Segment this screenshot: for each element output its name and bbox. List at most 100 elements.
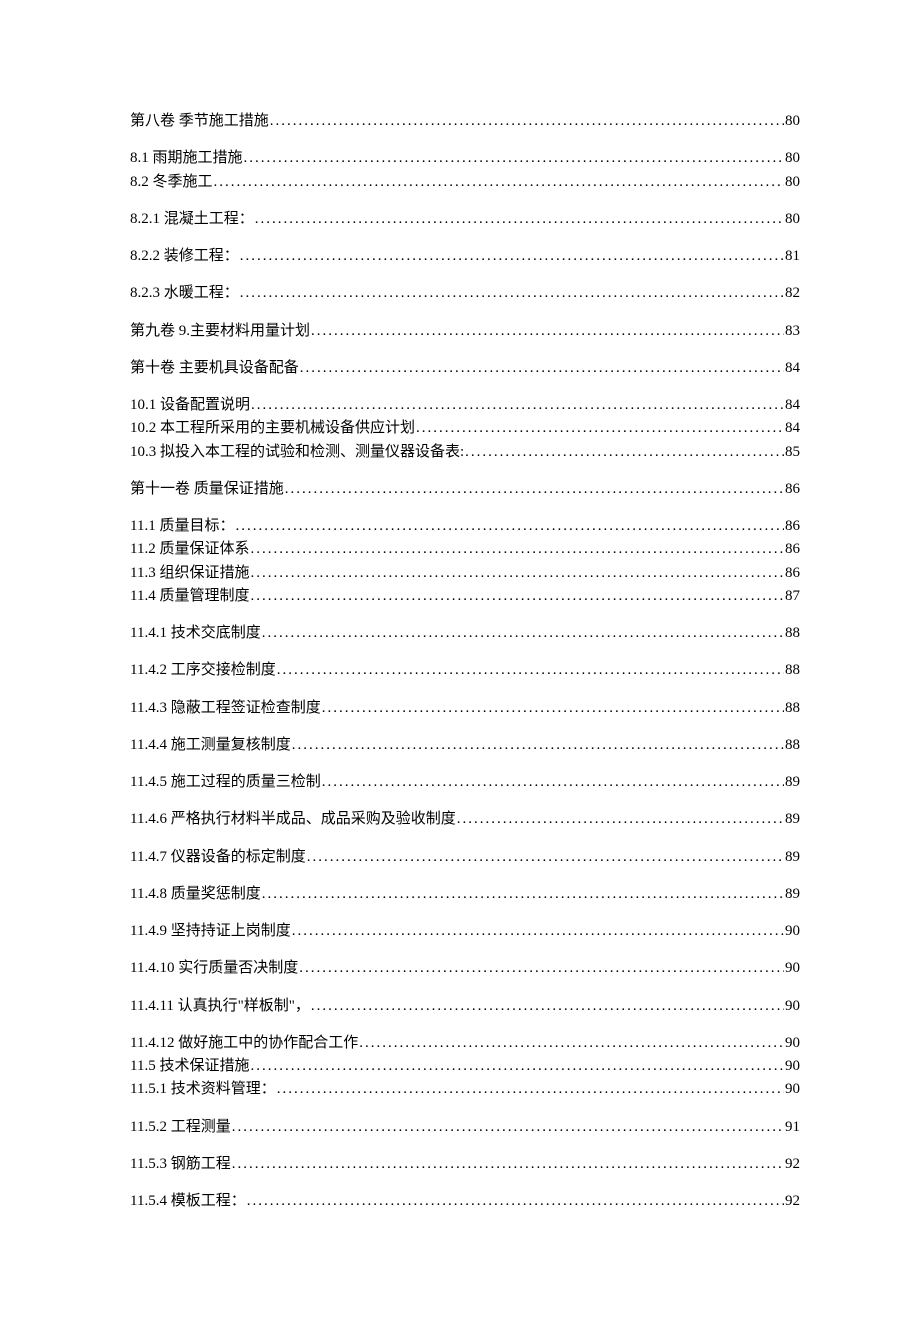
toc-entry-page: 86 [785, 538, 800, 561]
toc-leader-dots [465, 441, 784, 464]
toc-entry-title: 11.4.5 施工过程的质量三检制 [130, 771, 321, 794]
toc-entry-page: 80 [785, 147, 800, 170]
toc-leader-dots [277, 1078, 784, 1101]
toc-leader-dots [251, 394, 784, 417]
toc-entry-page: 81 [785, 245, 800, 268]
toc-entry-title: 11.5.2 工程测量 [130, 1116, 231, 1139]
toc-entry-page: 90 [785, 920, 800, 943]
toc-entry-page: 84 [785, 417, 800, 440]
toc-entry-page: 86 [785, 562, 800, 585]
toc-entry: 10.3 拟投入本工程的试验和检测、测量仪器设备表: 85 [130, 441, 800, 464]
toc-entry: 10.2 本工程所采用的主要机械设备供应计划 84 [130, 417, 800, 440]
toc-entry-page: 90 [785, 995, 800, 1018]
toc-entry-title: 11.2 质量保证体系 [130, 538, 249, 561]
toc-entry-title: 11.1 质量目标： [130, 515, 234, 538]
toc-entry-page: 80 [785, 171, 800, 194]
toc-entry: 第十卷 主要机具设备配备 84 [130, 357, 800, 380]
toc-entry-title: 11.4.6 严格执行材料半成品、成品采购及验收制度 [130, 808, 456, 831]
toc-entry: 8.1 雨期施工措施80 [130, 147, 800, 170]
toc-entry: 11.4.11 认真执行"样板制"， 90 [130, 995, 800, 1018]
toc-entry: 第八卷 季节施工措施 80 [130, 110, 800, 133]
toc-entry: 11.4.12 做好施工中的协作配合工作90 [130, 1032, 800, 1055]
toc-leader-dots [250, 562, 784, 585]
toc-entry-title: 第十卷 主要机具设备配备 [130, 357, 299, 380]
toc-container: 第八卷 季节施工措施808.1 雨期施工措施808.2 冬季施工808.2.1 … [130, 110, 800, 1213]
toc-leader-dots [247, 1190, 784, 1213]
toc-entry-page: 85 [785, 441, 800, 464]
toc-entry: 8.2.3 水暖工程：82 [130, 282, 800, 305]
toc-leader-dots [285, 478, 784, 501]
toc-entry: 11.4.9 坚持持证上岗制度90 [130, 920, 800, 943]
toc-entry-page: 88 [785, 697, 800, 720]
toc-leader-dots [299, 957, 784, 980]
toc-entry-page: 80 [785, 110, 800, 133]
toc-leader-dots [270, 110, 784, 133]
toc-entry-page: 90 [785, 1032, 800, 1055]
toc-entry-page: 92 [785, 1153, 800, 1176]
toc-entry: 11.2 质量保证体系 86 [130, 538, 800, 561]
toc-entry-title: 8.2.2 装修工程： [130, 245, 239, 268]
toc-entry-title: 10.2 本工程所采用的主要机械设备供应计划 [130, 417, 415, 440]
toc-leader-dots [240, 245, 784, 268]
toc-entry: 第九卷 9.主要材料用量计划83 [130, 320, 800, 343]
toc-leader-dots [235, 515, 784, 538]
toc-entry-page: 89 [785, 883, 800, 906]
toc-leader-dots [250, 538, 784, 561]
toc-page: 第八卷 季节施工措施808.1 雨期施工措施808.2 冬季施工808.2.1 … [0, 0, 920, 1323]
toc-entry: 第十一卷 质量保证措施86 [130, 478, 800, 501]
toc-entry-page: 90 [785, 1055, 800, 1078]
toc-entry-title: 11.3 组织保证措施 [130, 562, 249, 585]
toc-entry-title: 第八卷 季节施工措施 [130, 110, 269, 133]
toc-entry: 11.4.3 隐蔽工程签证检查制度 88 [130, 697, 800, 720]
toc-leader-dots [322, 771, 784, 794]
toc-entry-title: 11.4.2 工序交接检制度 [130, 659, 276, 682]
toc-entry-title: 11.4.11 认真执行"样板制"， [130, 995, 310, 1018]
toc-leader-dots [232, 1153, 784, 1176]
toc-leader-dots [322, 697, 784, 720]
toc-entry-title: 第十一卷 质量保证措施 [130, 478, 284, 501]
toc-entry-title: 11.4.8 质量奖惩制度 [130, 883, 261, 906]
toc-entry-page: 84 [785, 394, 800, 417]
toc-leader-dots [214, 171, 784, 194]
toc-leader-dots [416, 417, 784, 440]
toc-entry-title: 10.3 拟投入本工程的试验和检测、测量仪器设备表: [130, 441, 464, 464]
toc-entry-page: 89 [785, 771, 800, 794]
toc-entry-title: 10.1 设备配置说明 [130, 394, 250, 417]
toc-entry-title: 11.5.1 技术资料管理： [130, 1078, 276, 1101]
toc-leader-dots [255, 208, 784, 231]
toc-entry: 11.5.4 模板工程：92 [130, 1190, 800, 1213]
toc-entry-title: 11.5 技术保证措施 [130, 1055, 249, 1078]
toc-entry-title: 8.2 冬季施工 [130, 171, 213, 194]
toc-entry: 11.5.3 钢筋工程92 [130, 1153, 800, 1176]
toc-leader-dots [232, 1116, 784, 1139]
toc-entry-page: 91 [785, 1116, 800, 1139]
toc-entry-title: 第九卷 9.主要材料用量计划 [130, 320, 310, 343]
toc-leader-dots [292, 920, 784, 943]
toc-entry-page: 90 [785, 1078, 800, 1101]
toc-entry-page: 88 [785, 622, 800, 645]
toc-entry: 8.2.1 混凝土工程：80 [130, 208, 800, 231]
toc-entry-title: 11.4.1 技术交底制度 [130, 622, 261, 645]
toc-entry-title: 11.4.3 隐蔽工程签证检查制度 [130, 697, 321, 720]
toc-entry: 8.2 冬季施工 80 [130, 171, 800, 194]
toc-entry-page: 84 [785, 357, 800, 380]
toc-entry-page: 89 [785, 808, 800, 831]
toc-leader-dots [457, 808, 784, 831]
toc-entry-title: 8.2.3 水暖工程： [130, 282, 239, 305]
toc-leader-dots [277, 659, 784, 682]
toc-entry: 11.4.4 施工测量复核制度 88 [130, 734, 800, 757]
toc-leader-dots [300, 357, 784, 380]
toc-entry: 11.4.2 工序交接检制度88 [130, 659, 800, 682]
toc-entry-title: 11.4.4 施工测量复核制度 [130, 734, 291, 757]
toc-leader-dots [262, 883, 784, 906]
toc-entry: 11.1 质量目标：86 [130, 515, 800, 538]
toc-entry: 11.4 质量管理制度87 [130, 585, 800, 608]
toc-leader-dots [250, 1055, 784, 1078]
toc-leader-dots [311, 320, 784, 343]
toc-entry: 11.4.6 严格执行材料半成品、成品采购及验收制度 89 [130, 808, 800, 831]
toc-leader-dots [311, 995, 784, 1018]
toc-entry-title: 11.4.7 仪器设备的标定制度 [130, 846, 306, 869]
toc-entry: 11.4.5 施工过程的质量三检制 89 [130, 771, 800, 794]
toc-entry-page: 88 [785, 734, 800, 757]
toc-entry: 11.3 组织保证措施 86 [130, 562, 800, 585]
